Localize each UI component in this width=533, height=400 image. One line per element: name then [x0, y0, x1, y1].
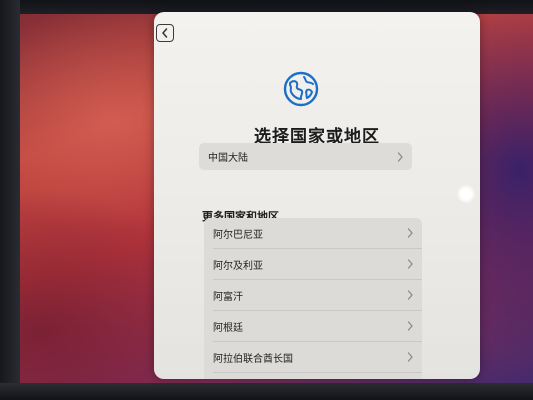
back-button[interactable] [156, 24, 174, 42]
country-list-item[interactable]: 阿富汗 [204, 280, 422, 310]
screen-bezel-left [0, 0, 20, 400]
country-selection-sheet: 选择国家或地区 中国大陆 更多国家和地区 阿尔巴尼亚 阿尔及利亚 阿富汗 阿根廷… [154, 12, 480, 379]
featured-country-label: 中国大陆 [208, 153, 248, 164]
country-name: 阿根廷 [213, 322, 243, 334]
screen-glare [457, 185, 475, 203]
country-name: 阿拉伯联合酋长国 [213, 353, 293, 365]
screen-bezel-bottom [0, 383, 533, 400]
chevron-right-icon [407, 228, 413, 238]
country-name: 阿尔及利亚 [213, 260, 263, 272]
country-list-item[interactable]: 阿尔及利亚 [204, 249, 422, 279]
list-divider [213, 372, 422, 373]
country-name: 阿尔巴尼亚 [213, 229, 263, 241]
chevron-right-icon [407, 259, 413, 269]
chevron-left-icon [162, 28, 168, 38]
featured-country-row[interactable]: 中国大陆 [199, 143, 412, 170]
chevron-right-icon [407, 352, 413, 362]
chevron-right-icon [397, 151, 403, 162]
country-list-item[interactable]: 阿拉伯联合酋长国 [204, 342, 422, 372]
country-list: 阿尔巴尼亚 阿尔及利亚 阿富汗 阿根廷 阿拉伯联合酋长国 [204, 218, 422, 379]
chevron-right-icon [407, 321, 413, 331]
country-name: 阿富汗 [213, 291, 243, 303]
country-list-item[interactable]: 阿尔巴尼亚 [204, 218, 422, 248]
chevron-right-icon [407, 290, 413, 300]
globe-icon [283, 71, 319, 107]
country-list-item[interactable]: 阿根廷 [204, 311, 422, 341]
